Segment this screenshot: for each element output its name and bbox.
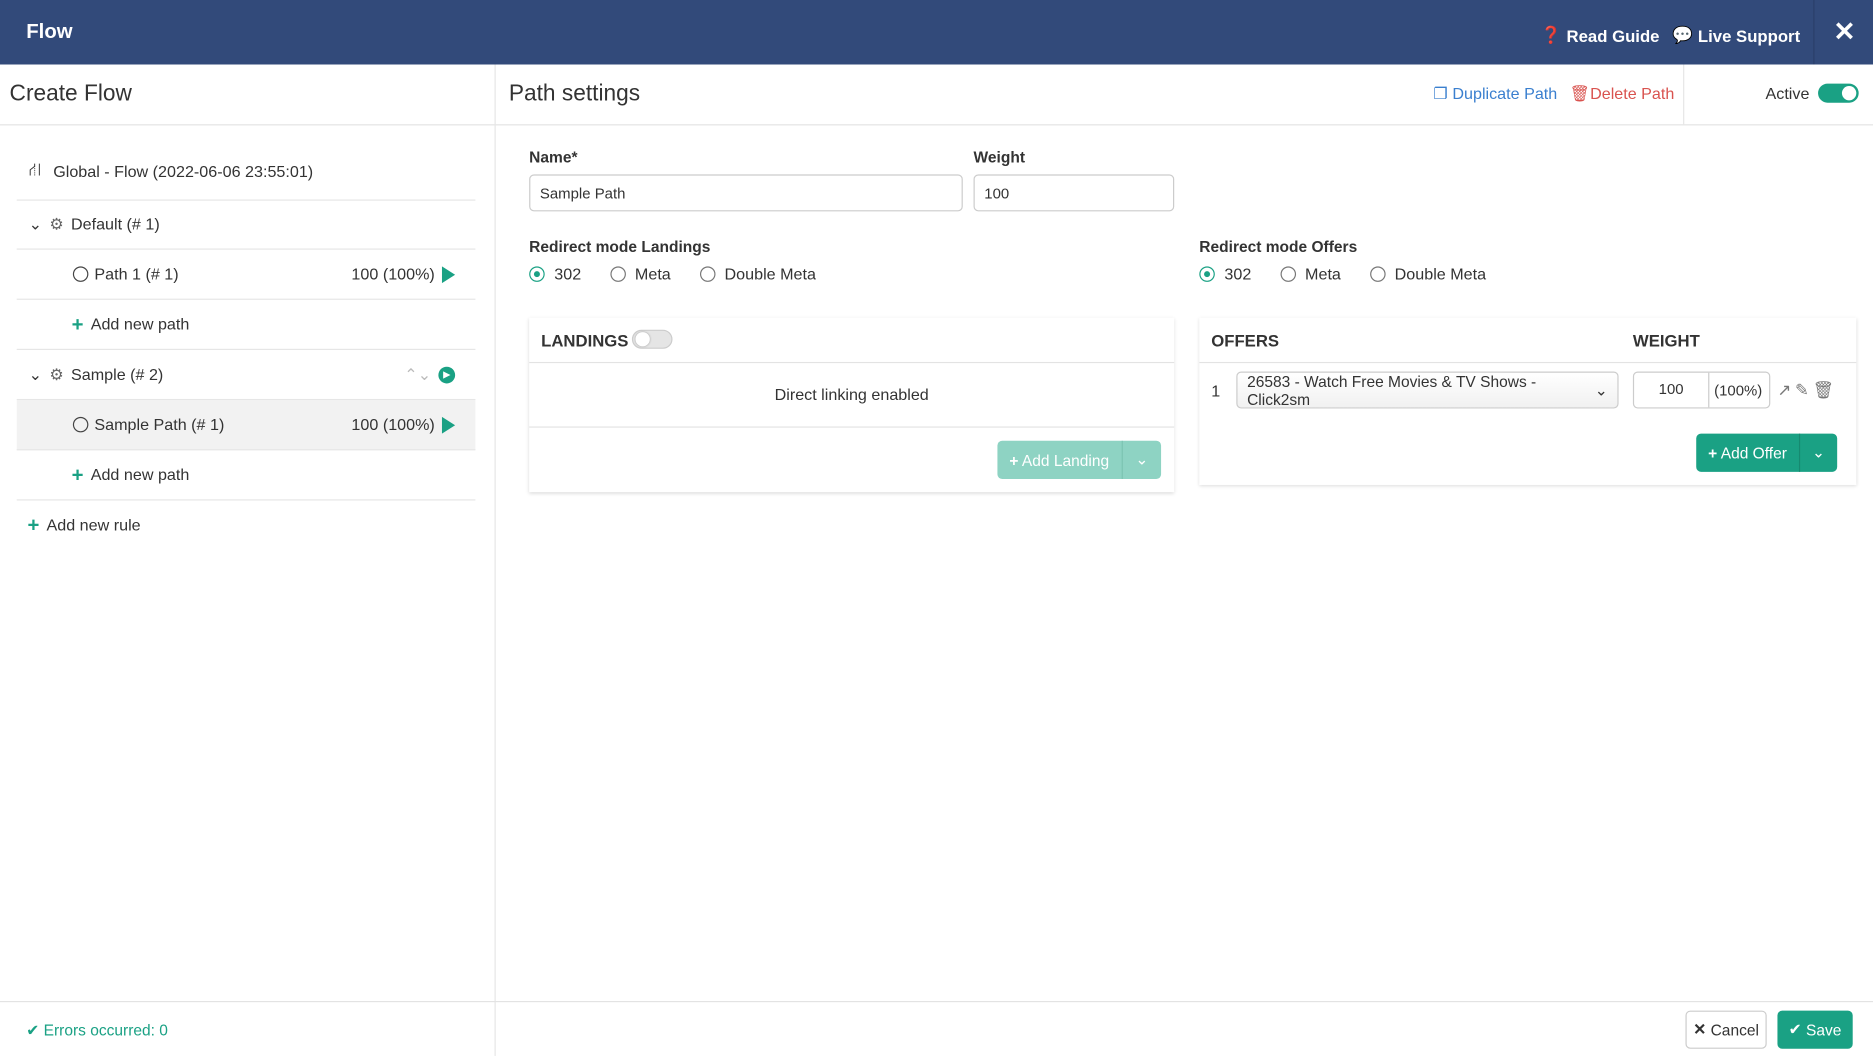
redirect-offers-group: 302 Meta Double Meta xyxy=(1199,265,1486,283)
move-up-down-icon[interactable]: ⌃⌄ xyxy=(404,365,431,384)
check-circle-icon: ✔ xyxy=(26,1021,40,1040)
read-guide-link[interactable]: ❓ Read Guide xyxy=(1541,25,1660,45)
offer-select[interactable]: 26583 - Watch Free Movies & TV Shows - C… xyxy=(1236,371,1619,409)
name-label: Name* xyxy=(529,148,578,167)
play-icon[interactable] xyxy=(441,416,456,434)
offers-header: OFFERS xyxy=(1211,330,1280,350)
rule-item-default[interactable]: ⌄ ⚙ Default (# 1) xyxy=(16,199,476,250)
trash-icon: 🗑 xyxy=(1569,84,1591,103)
check-icon: ✔ xyxy=(1788,1020,1802,1039)
radio-meta[interactable]: Meta xyxy=(609,265,671,283)
direct-linking-message: Direct linking enabled xyxy=(529,361,1175,428)
landings-card: LANDINGS Direct linking enabled + Add La… xyxy=(529,317,1175,493)
plus-icon: + xyxy=(71,462,84,486)
landings-header: LANDINGS xyxy=(541,330,629,350)
weight-input[interactable]: 100 xyxy=(973,174,1175,212)
add-path-button[interactable]: + Add new path xyxy=(16,450,476,501)
question-icon: ❓ xyxy=(1540,25,1562,45)
play-icon[interactable] xyxy=(441,265,456,283)
gear-icon: ⚙ xyxy=(49,364,64,383)
add-offer-button[interactable]: + Add Offer ⌄ xyxy=(1696,433,1837,472)
errors-status: ✔ Errors occurred: 0 xyxy=(26,1021,168,1040)
redirect-landings-label: Redirect mode Landings xyxy=(529,237,711,256)
weight-label: Weight xyxy=(973,148,1026,167)
radio-meta[interactable]: Meta xyxy=(1279,265,1341,283)
path-settings-title: Path settings xyxy=(508,81,641,107)
pencil-icon[interactable]: ✎ xyxy=(1795,380,1809,400)
cancel-button[interactable]: ✕ Cancel xyxy=(1685,1010,1767,1049)
add-path-button[interactable]: + Add new path xyxy=(16,300,476,350)
active-label: Active xyxy=(1765,84,1810,103)
offers-card: OFFERS WEIGHT 1 26583 - Watch Free Movie… xyxy=(1199,317,1857,485)
weight-header: WEIGHT xyxy=(1632,330,1700,350)
top-bar: Flow ❓ Read Guide 💬 Live Support ✕ xyxy=(0,0,1873,65)
landings-toggle[interactable] xyxy=(631,329,673,349)
trash-icon[interactable]: 🗑 xyxy=(1813,380,1834,400)
offer-index: 1 xyxy=(1211,382,1221,401)
create-flow-title: Create Flow xyxy=(9,81,132,107)
duplicate-path-button[interactable]: ❐ Duplicate Path xyxy=(1433,85,1557,104)
radio-double-meta[interactable]: Double Meta xyxy=(699,265,816,283)
redirect-offers-label: Redirect mode Offers xyxy=(1199,237,1358,256)
plus-icon: + xyxy=(27,513,40,536)
chevron-down-icon[interactable]: ⌄ xyxy=(29,214,43,233)
global-flow-item[interactable]: ⛙ Global - Flow (2022-06-06 23:55:01) xyxy=(16,143,476,201)
offer-weight-input[interactable]: 100 (100%) xyxy=(1632,371,1771,409)
path-item[interactable]: Path 1 (# 1) 100 (100%) xyxy=(16,250,476,300)
name-input[interactable]: Sample Path xyxy=(529,174,963,212)
external-link-icon[interactable]: ↗ xyxy=(1777,380,1791,400)
redirect-landings-group: 302 Meta Double Meta xyxy=(529,265,816,283)
active-toggle[interactable] xyxy=(1818,83,1859,103)
path-item-selected[interactable]: Sample Path (# 1) 100 (100%) xyxy=(16,400,476,451)
gear-icon: ⚙ xyxy=(49,214,64,233)
chevron-down-icon: ⌄ xyxy=(1594,380,1608,399)
save-button[interactable]: ✔ Save xyxy=(1777,1010,1853,1049)
radio-double-meta[interactable]: Double Meta xyxy=(1369,265,1486,283)
radio-302[interactable]: 302 xyxy=(1199,265,1251,283)
chevron-down-icon[interactable]: ⌄ xyxy=(1121,440,1162,480)
copy-icon: ❐ xyxy=(1433,84,1453,103)
plus-icon: + xyxy=(71,312,84,336)
circle-icon xyxy=(72,266,89,282)
chevron-down-icon[interactable]: ⌄ xyxy=(1798,433,1837,472)
app-title: Flow xyxy=(26,20,73,44)
divider xyxy=(1683,64,1685,125)
rule-item-sample[interactable]: ⌄ ⚙ Sample (# 2) ⌃⌄ ▶ xyxy=(16,350,476,401)
close-icon[interactable]: ✕ xyxy=(1813,0,1873,65)
add-landing-button[interactable]: + Add Landing ⌄ xyxy=(997,440,1162,480)
live-support-link[interactable]: 💬 Live Support xyxy=(1672,25,1800,45)
chevron-down-icon[interactable]: ⌄ xyxy=(29,365,43,384)
delete-path-button[interactable]: 🗑Delete Path xyxy=(1570,85,1675,104)
divider xyxy=(494,64,496,1056)
chat-icon: 💬 xyxy=(1672,25,1694,45)
add-rule-button[interactable]: + Add new rule xyxy=(17,501,476,550)
sitemap-icon: ⛙ xyxy=(28,160,42,181)
radio-302[interactable]: 302 xyxy=(529,265,581,283)
close-icon: ✕ xyxy=(1693,1020,1707,1039)
circle-icon xyxy=(72,416,89,433)
play-circle-icon[interactable]: ▶ xyxy=(438,366,456,383)
